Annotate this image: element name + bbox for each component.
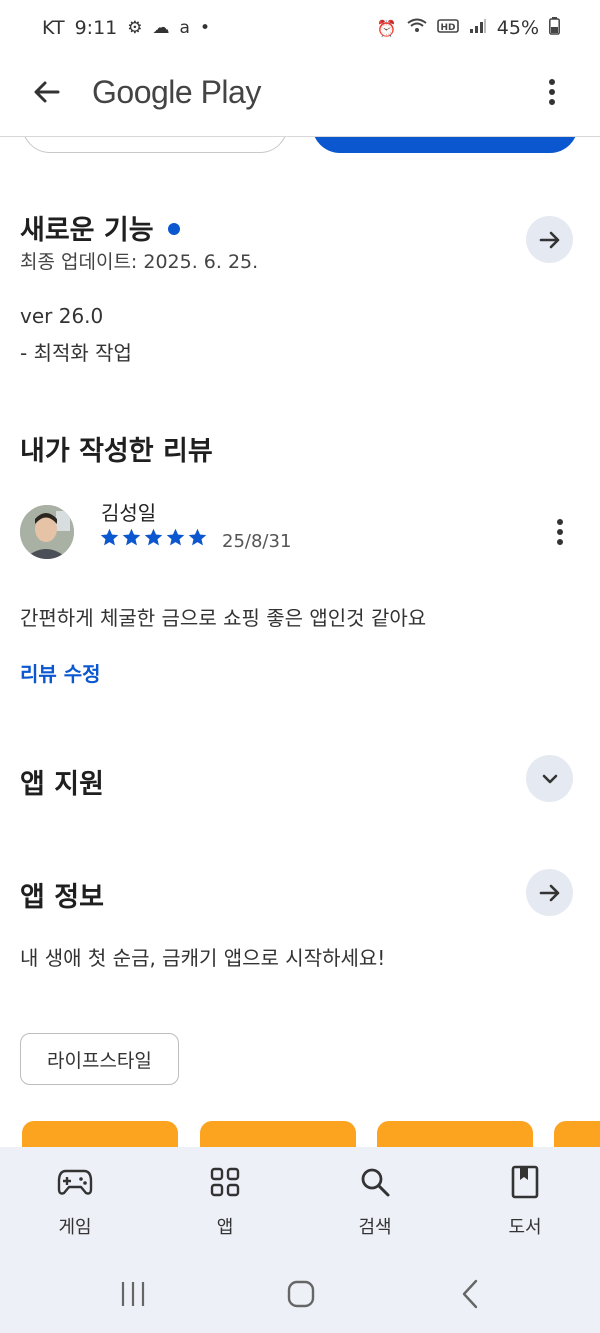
review-date: 25/8/31: [222, 531, 292, 552]
nav-label-apps: 앱: [216, 1217, 234, 1238]
star-icon: [188, 528, 207, 546]
app-description: 내 생애 첫 순금, 금캐기 앱으로 시작하세요!: [20, 946, 386, 970]
nav-label-games: 게임: [58, 1217, 92, 1238]
sync-icon: ⚙: [127, 18, 143, 38]
more-vert-icon: [557, 519, 563, 545]
system-navigation-bar: [0, 1269, 600, 1319]
app-support-expand-button[interactable]: [526, 755, 573, 802]
book-icon: [511, 1165, 539, 1199]
last-updated-text: 최종 업데이트: 2025. 6. 25.: [20, 251, 259, 273]
back-nav-button[interactable]: [440, 1269, 500, 1319]
recent-apps-icon: [121, 1282, 145, 1306]
status-bar: KT 9:11 ⚙ ☁ a • ⏰ HD 45%: [0, 0, 600, 56]
screenshot-carousel: [0, 1121, 600, 1147]
action-buttons-clipped: [0, 137, 600, 157]
home-button[interactable]: [271, 1269, 331, 1319]
arrow-back-icon: [34, 81, 60, 103]
edit-review-link[interactable]: 리뷰 수정: [20, 658, 101, 687]
app-bar: Google Play: [0, 56, 600, 128]
carrier-label: KT: [42, 17, 65, 39]
nav-item-apps[interactable]: 앱: [170, 1165, 280, 1239]
gamepad-icon: [57, 1165, 93, 1199]
nav-item-search[interactable]: 검색: [320, 1165, 430, 1239]
avatar: [20, 505, 74, 559]
screenshot-card[interactable]: [22, 1121, 178, 1147]
google-play-logo: Google Play: [92, 73, 261, 110]
apps-grid-icon: [210, 1165, 240, 1199]
status-right: ⏰ HD 45%: [377, 17, 560, 39]
secondary-action-button[interactable]: [22, 137, 288, 153]
whats-new-title: 새로운 기능: [20, 215, 154, 246]
nav-item-games[interactable]: 게임: [20, 1165, 130, 1239]
review-text: 간편하게 체굴한 금으로 쇼핑 좋은 앱인것 같아요: [20, 606, 427, 630]
whats-new-arrow-button[interactable]: [526, 216, 573, 263]
primary-action-button[interactable]: [312, 137, 578, 153]
star-icon: [122, 528, 141, 546]
whats-new-heading: 새로운 기능: [20, 208, 180, 247]
review-more-button[interactable]: [544, 512, 576, 552]
status-left: KT 9:11 ⚙ ☁ a •: [42, 17, 210, 39]
avatar-photo: [20, 505, 74, 559]
arrow-forward-icon: [539, 884, 559, 901]
app-info-arrow-button[interactable]: [526, 869, 573, 916]
nav-item-books[interactable]: 도서: [470, 1165, 580, 1239]
nav-label-search: 검색: [358, 1217, 392, 1238]
bottom-navigation: 게임 앱 검색 도서: [0, 1147, 600, 1333]
chevron-down-icon: [542, 774, 557, 783]
star-rating: [99, 527, 208, 548]
arrow-forward-icon: [539, 231, 559, 248]
new-indicator-dot: [167, 222, 180, 235]
screenshot-card[interactable]: [554, 1121, 600, 1147]
battery-icon: [549, 17, 560, 39]
star-icon: [144, 528, 163, 546]
recent-apps-button[interactable]: [103, 1269, 163, 1319]
hd-voice-icon: HD: [436, 18, 459, 38]
category-chip[interactable]: 라이프스타일: [20, 1033, 179, 1085]
release-note-text: - 최적화 작업: [20, 341, 132, 365]
version-text: ver 26.0: [20, 304, 104, 328]
clock: 9:11: [74, 17, 118, 39]
star-icon: [100, 528, 119, 546]
svg-text:HD: HD: [440, 23, 455, 33]
signal-icon: [469, 18, 487, 38]
cloud-icon: ☁: [152, 18, 170, 38]
screenshot-card[interactable]: [200, 1121, 356, 1147]
battery-percent: 45%: [496, 17, 539, 39]
screenshot-card[interactable]: [377, 1121, 533, 1147]
more-vert-icon: [549, 79, 555, 105]
nav-label-books: 도서: [508, 1217, 542, 1238]
app-info-title: 앱 정보: [20, 882, 104, 913]
back-button[interactable]: [27, 72, 67, 112]
home-icon: [287, 1280, 315, 1308]
overflow-menu-button[interactable]: [532, 72, 572, 112]
search-icon: [359, 1165, 391, 1199]
wifi-icon: [407, 18, 427, 38]
reviewer-name: 김성일: [101, 501, 157, 525]
alarm-icon: ⏰: [376, 18, 397, 38]
notification-dot-icon: •: [199, 18, 210, 38]
chevron-left-icon: [462, 1279, 478, 1309]
app-support-title: 앱 지원: [20, 769, 104, 800]
my-review-title: 내가 작성한 리뷰: [20, 436, 213, 467]
star-icon: [166, 528, 185, 546]
amazon-icon: a: [179, 18, 190, 38]
